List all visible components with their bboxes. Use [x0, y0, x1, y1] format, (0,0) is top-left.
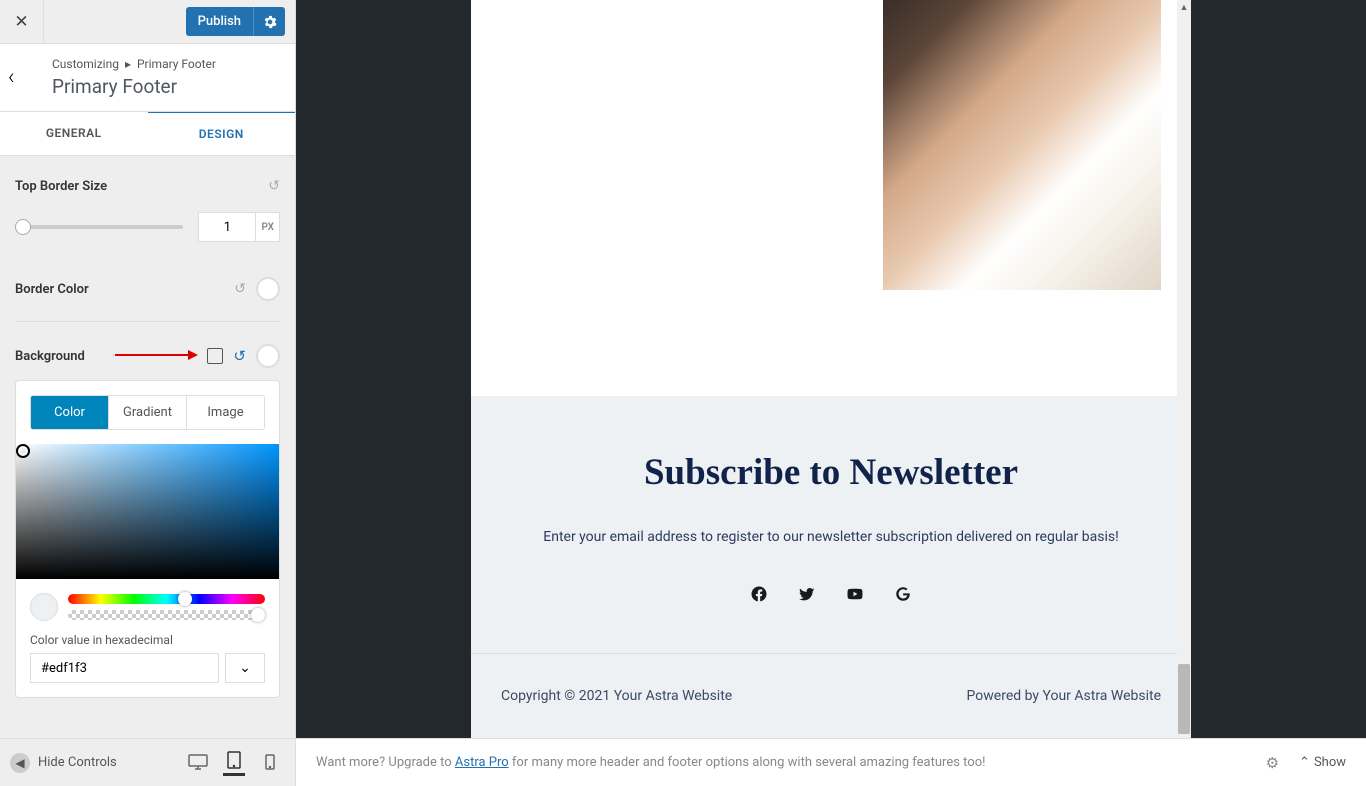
notice-text: Want more? Upgrade to Astra Pro for many…	[316, 755, 985, 770]
footer-widget-area: Subscribe to Newsletter Enter your email…	[471, 396, 1191, 653]
scroll-up-arrow[interactable]: ▲	[1177, 0, 1191, 14]
background-swatch[interactable]	[256, 344, 280, 368]
background-label: Background	[15, 349, 85, 364]
unit-label: PX	[256, 212, 280, 242]
color-preview	[30, 593, 58, 621]
tab-general[interactable]: GENERAL	[0, 112, 148, 155]
border-size-input[interactable]	[198, 212, 256, 242]
device-desktop-button[interactable]	[187, 750, 209, 776]
picker-tab-image[interactable]: Image	[187, 396, 264, 429]
breadcrumb: Customizing ▸ Primary Footer	[52, 57, 216, 71]
primary-footer-bar: Copyright © 2021 Your Astra Website Powe…	[471, 653, 1191, 738]
slider-thumb[interactable]	[15, 219, 31, 235]
show-label: Show	[1314, 755, 1346, 770]
border-color-swatch[interactable]	[256, 277, 280, 301]
show-button[interactable]: ⌃ Show	[1299, 755, 1346, 770]
format-toggle[interactable]: ⌄	[225, 653, 265, 683]
mobile-icon	[265, 754, 275, 770]
hue-slider[interactable]	[68, 594, 265, 604]
preview-area: Subscribe to Newsletter Enter your email…	[296, 0, 1366, 738]
google-icon[interactable]	[894, 585, 912, 603]
reset-icon[interactable]: ↺	[268, 178, 280, 194]
copyright-text: Copyright © 2021 Your Astra Website	[501, 688, 732, 704]
tab-design[interactable]: DESIGN	[148, 111, 296, 155]
sidebar-footer: ◀ Hide Controls	[0, 738, 295, 786]
color-picker: Color Gradient Image Color value in hexa…	[15, 380, 280, 698]
border-size-slider[interactable]	[15, 225, 183, 229]
panel-title: Primary Footer	[52, 75, 216, 98]
reset-icon[interactable]: ↺	[233, 347, 246, 365]
sidebar-header: ✕ Publish	[0, 0, 295, 44]
top-border-size-label: Top Border Size	[15, 179, 107, 194]
chevron-left-icon: ◀	[10, 753, 30, 773]
publish-settings-button[interactable]	[253, 7, 285, 36]
astra-pro-link[interactable]: Astra Pro	[455, 755, 509, 770]
border-color-label: Border Color	[15, 282, 89, 297]
device-mobile-button[interactable]	[259, 750, 281, 776]
tablet-icon	[227, 751, 241, 769]
device-icon[interactable]	[207, 348, 223, 364]
alpha-thumb[interactable]	[251, 608, 265, 622]
tabs: GENERAL DESIGN	[0, 112, 295, 156]
settings-icon[interactable]: ⚙	[1266, 754, 1279, 772]
publish-button[interactable]: Publish	[186, 7, 253, 36]
facebook-icon[interactable]	[750, 585, 768, 603]
twitter-icon[interactable]	[798, 585, 816, 603]
picker-tab-color[interactable]: Color	[31, 396, 109, 429]
saturation-area[interactable]	[16, 444, 279, 579]
picker-tab-gradient[interactable]: Gradient	[109, 396, 187, 429]
scroll-thumb[interactable]	[1178, 664, 1190, 734]
chevron-up-icon: ⌃	[1299, 755, 1310, 770]
youtube-icon[interactable]	[846, 585, 864, 603]
hue-thumb[interactable]	[178, 592, 192, 606]
hide-controls-button[interactable]: ◀ Hide Controls	[10, 753, 117, 773]
desktop-icon	[188, 754, 208, 770]
breadcrumb-area: Primary Footer	[137, 57, 216, 71]
scrollbar[interactable]: ▲	[1177, 0, 1191, 738]
back-button[interactable]: ‹	[8, 44, 44, 111]
hex-input[interactable]	[30, 653, 219, 683]
breadcrumb-panel: ‹ Customizing ▸ Primary Footer Primary F…	[0, 44, 295, 112]
controls-panel: Top Border Size ↺ PX Border Color ↺ Back…	[0, 156, 295, 738]
gear-icon	[263, 15, 277, 29]
newsletter-title: Subscribe to Newsletter	[501, 451, 1161, 494]
annotation-arrow	[115, 354, 190, 356]
hide-controls-label: Hide Controls	[38, 755, 117, 770]
device-tablet-button[interactable]	[223, 750, 245, 776]
powered-by-text: Powered by Your Astra Website	[967, 688, 1161, 704]
alpha-slider[interactable]	[68, 610, 265, 620]
bottom-notice-bar: Want more? Upgrade to Astra Pro for many…	[296, 738, 1366, 786]
social-icons	[501, 585, 1161, 603]
saturation-cursor[interactable]	[16, 444, 30, 458]
newsletter-subtitle: Enter your email address to register to …	[501, 529, 1161, 545]
hero-image	[883, 0, 1161, 290]
close-button[interactable]: ✕	[0, 0, 44, 44]
breadcrumb-sep: ▸	[125, 57, 131, 71]
breadcrumb-section: Customizing	[52, 57, 119, 71]
hex-label: Color value in hexadecimal	[30, 633, 265, 647]
reset-icon[interactable]: ↺	[234, 281, 246, 297]
